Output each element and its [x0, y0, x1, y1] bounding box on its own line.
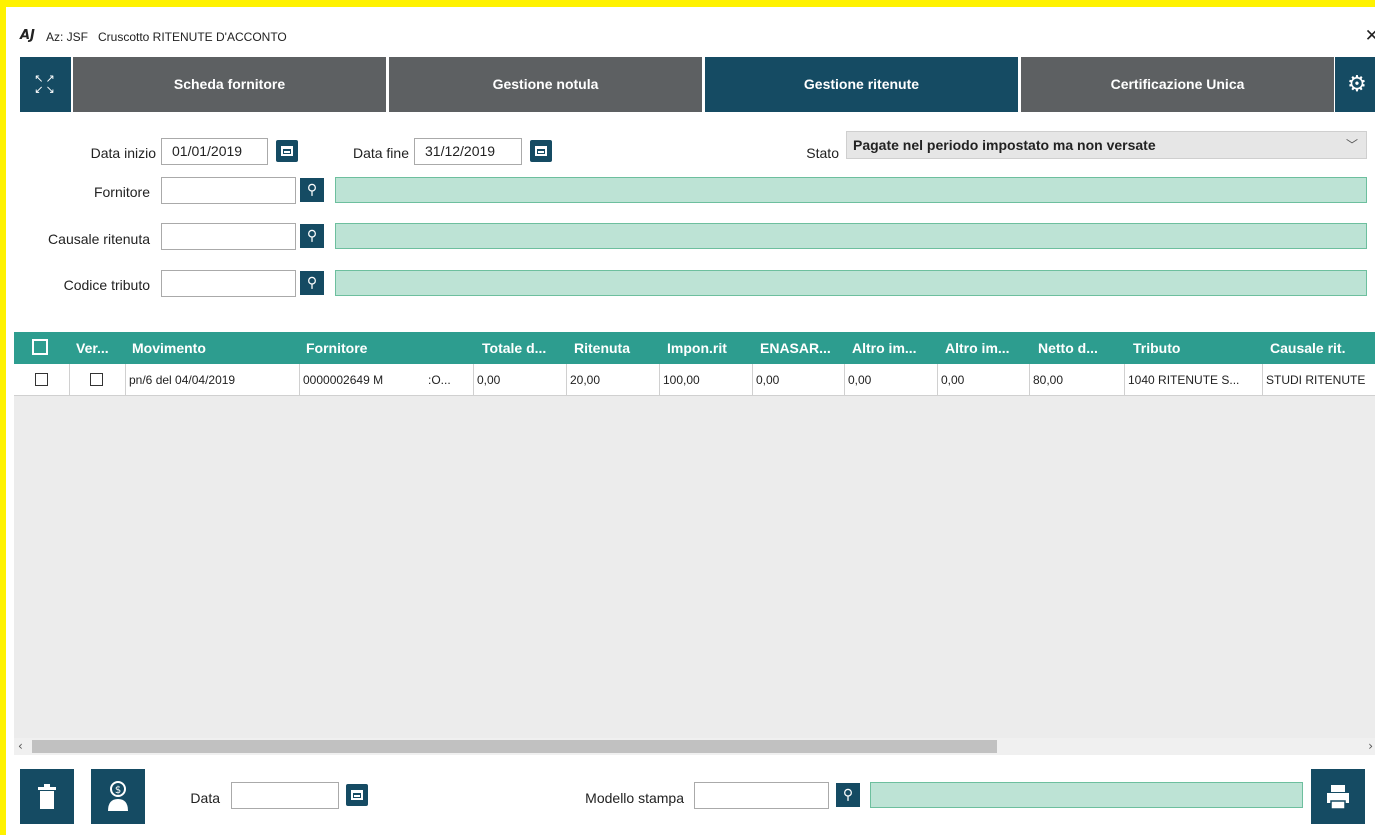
search-icon[interactable]: ⚲	[836, 783, 860, 807]
calendar-icon[interactable]	[276, 140, 298, 162]
print-button[interactable]	[1311, 769, 1365, 824]
expand-icon[interactable]: ↖↗ ↙↘	[20, 57, 71, 112]
tab-label: Gestione notula	[492, 76, 599, 92]
fornitore-description-field	[335, 177, 1367, 203]
table-row[interactable]: pn/6 del 04/04/2019 0000002649 M :O... 0…	[14, 364, 1375, 396]
stato-value: Pagate nel periodo impostato ma non vers…	[853, 137, 1156, 153]
causale-cell[interactable]: STUDI RITENUTE	[1263, 364, 1375, 396]
grid-header: Ver... Movimento Fornitore Totale d... R…	[14, 332, 1375, 364]
data-field[interactable]	[231, 782, 339, 809]
codice-tributo-description-field	[335, 270, 1367, 296]
causale-field[interactable]	[161, 223, 296, 250]
chevron-down-icon: ﹀	[1345, 138, 1358, 152]
tab-gestione-ritenute[interactable]: Gestione ritenute	[705, 57, 1018, 112]
codice-tributo-field[interactable]	[161, 270, 296, 297]
fornitore-label: Fornitore	[93, 184, 150, 200]
tributo-cell[interactable]: 1040 RITENUTE S...	[1125, 364, 1263, 396]
impon-rit-cell[interactable]: 100,00	[660, 364, 753, 396]
app-logo: AJ	[20, 28, 35, 43]
causale-label: Causale ritenuta	[48, 231, 150, 247]
column-header[interactable]: Tributo	[1133, 332, 1263, 364]
modello-stampa-label: Modello stampa	[585, 790, 684, 806]
data-fine-field[interactable]: 31/12/2019	[414, 138, 522, 165]
movimento-cell[interactable]: pn/6 del 04/04/2019	[126, 364, 300, 396]
tab-gestione-notula[interactable]: Gestione notula	[389, 57, 702, 112]
altro-im1-cell[interactable]: 0,00	[845, 364, 938, 396]
select-all-checkbox[interactable]	[32, 339, 48, 355]
fornitore-code: 0000002649 M	[303, 373, 384, 387]
column-header[interactable]: Fornitore	[306, 332, 476, 364]
select-cell	[14, 364, 70, 396]
column-header[interactable]: Causale rit.	[1270, 332, 1375, 364]
calendar-icon[interactable]	[346, 784, 368, 806]
search-icon[interactable]: ⚲	[300, 271, 324, 295]
totale-cell[interactable]: 0,00	[474, 364, 567, 396]
tab-label: Certificazione Unica	[1110, 76, 1245, 92]
data-inizio-field[interactable]: 01/01/2019	[161, 138, 268, 165]
column-header[interactable]: Movimento	[132, 332, 302, 364]
data-inizio-label: Data inizio	[90, 145, 156, 161]
column-header[interactable]: Ritenuta	[574, 332, 666, 364]
modello-description-field	[870, 782, 1303, 808]
column-header[interactable]: Totale d...	[482, 332, 574, 364]
netto-cell[interactable]: 80,00	[1030, 364, 1125, 396]
stato-label: Stato	[806, 145, 839, 161]
bottom-toolbar: $ Data Modello stampa ⚲	[6, 755, 1375, 835]
codice-tributo-label: Codice tributo	[63, 277, 150, 293]
column-header[interactable]: ENASAR...	[760, 332, 852, 364]
tab-scheda-fornitore[interactable]: Scheda fornitore	[73, 57, 386, 112]
modello-stampa-field[interactable]	[694, 782, 829, 809]
window-title: Cruscotto RITENUTE D'ACCONTO	[98, 30, 287, 44]
fornitore-cell[interactable]: 0000002649 M :O...	[300, 364, 474, 396]
scrollbar-thumb[interactable]	[32, 740, 997, 753]
calendar-icon[interactable]	[530, 140, 552, 162]
close-icon[interactable]: ✕	[1365, 26, 1375, 46]
person-money-icon: $	[108, 781, 128, 811]
altro-im2-cell[interactable]: 0,00	[938, 364, 1030, 396]
causale-description-field	[335, 223, 1367, 249]
scroll-right-icon[interactable]: ›	[1368, 738, 1373, 755]
fornitore-field[interactable]	[161, 177, 296, 204]
fornitore-tail: :O...	[428, 373, 451, 387]
verified-cell	[70, 364, 126, 396]
printer-icon	[1327, 785, 1349, 810]
tab-label: Scheda fornitore	[173, 76, 286, 92]
svg-text:$: $	[115, 785, 121, 796]
column-header[interactable]: Netto d...	[1038, 332, 1130, 364]
gear-icon[interactable]: ⚙	[1335, 57, 1375, 112]
stato-select[interactable]: Pagate nel periodo impostato ma non vers…	[846, 131, 1367, 159]
column-header[interactable]: Altro im...	[852, 332, 944, 364]
data-fine-label: Data fine	[352, 145, 409, 161]
tab-certificazione-unica[interactable]: Certificazione Unica	[1021, 57, 1334, 112]
row-verified-checkbox[interactable]	[90, 373, 103, 386]
horizontal-scrollbar[interactable]: ‹ ›	[14, 738, 1375, 755]
column-header[interactable]: Ver...	[76, 332, 124, 364]
delete-button[interactable]	[20, 769, 74, 824]
search-icon[interactable]: ⚲	[300, 178, 324, 202]
search-icon[interactable]: ⚲	[300, 224, 324, 248]
data-label: Data	[190, 790, 220, 806]
row-select-checkbox[interactable]	[35, 373, 48, 386]
pay-supplier-button[interactable]: $	[91, 769, 145, 824]
tab-bar: ↖↗ ↙↘ Scheda fornitore Gestione notula Ge…	[12, 55, 1375, 113]
column-header[interactable]: Altro im...	[945, 332, 1037, 364]
trash-icon	[38, 784, 56, 809]
title-bar: AJ Az: JSF Cruscotto RITENUTE D'ACCONTO …	[12, 14, 1375, 55]
scroll-left-icon[interactable]: ‹	[18, 738, 23, 755]
ritenuta-cell[interactable]: 20,00	[567, 364, 660, 396]
company-label: Az: JSF	[46, 30, 89, 44]
column-header[interactable]: Impon.rit	[667, 332, 759, 364]
grid-body: pn/6 del 04/04/2019 0000002649 M :O... 0…	[14, 364, 1375, 738]
tab-label: Gestione ritenute	[803, 76, 920, 92]
enasarco-cell[interactable]: 0,00	[753, 364, 845, 396]
